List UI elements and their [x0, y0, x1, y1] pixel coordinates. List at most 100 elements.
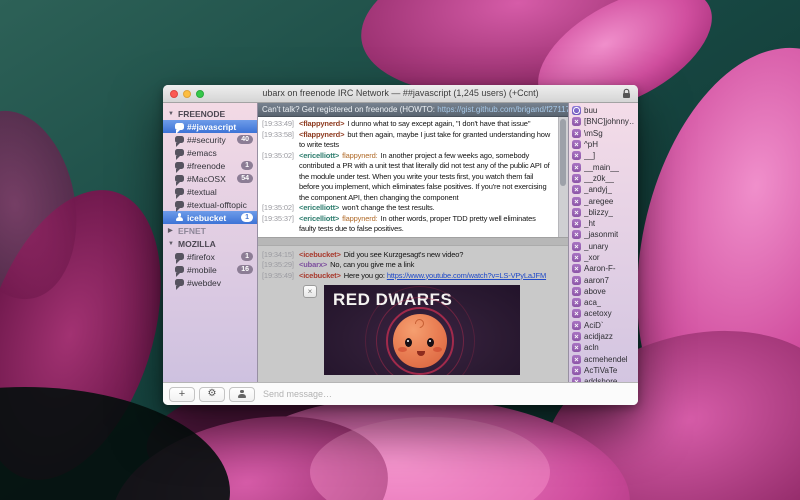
timestamp: [19:33:49] [262, 119, 299, 130]
sidebar-item[interactable]: ▼ MOZILLA [163, 237, 257, 250]
user-list-item[interactable]: \mSg [569, 128, 638, 139]
user-list-item[interactable]: aaron7 [569, 274, 638, 285]
close-window-button[interactable] [170, 90, 178, 98]
sidebar-item[interactable]: ▼ FREENODE [163, 107, 257, 120]
user-mode-icon [572, 208, 581, 217]
inline-media-preview: × RED DWARFS [303, 285, 568, 375]
user-list-item[interactable]: above [569, 286, 638, 297]
user-list-item[interactable]: _jasonmit [569, 229, 638, 240]
unread-badge: 16 [237, 265, 253, 274]
user-list-item[interactable]: _aregee [569, 195, 638, 206]
message-text: won't change the test results. [342, 203, 434, 212]
disclosure-triangle-icon[interactable]: ▶ [168, 227, 175, 234]
mention: flappynerd: [342, 214, 377, 223]
user-list-item[interactable]: acmehendel [569, 354, 638, 365]
minimize-window-button[interactable] [183, 90, 191, 98]
user-mode-icon [572, 129, 581, 138]
swirl-decoration [413, 317, 426, 330]
sidebar-item[interactable]: ▶ EFNET [163, 224, 257, 237]
channel-icon [175, 188, 184, 196]
user-list-item[interactable]: ^pH [569, 139, 638, 150]
user-list-item[interactable]: _ht [569, 218, 638, 229]
scrollbar[interactable] [558, 117, 568, 237]
message-text: Did you see Kurzgesagt's new video? [344, 250, 464, 259]
scrollbar-thumb[interactable] [560, 119, 566, 186]
topic-text: Can't talk? Get registered on freenode (… [262, 105, 435, 114]
person-icon [175, 213, 184, 222]
chat-message: [19:34:15] <icebucket>Did you see Kurzge… [258, 250, 568, 261]
timestamp: [19:35:49] [262, 271, 299, 282]
sidebar-item-label: #textual [187, 187, 253, 197]
user-list-item[interactable]: _xor [569, 252, 638, 263]
sidebar-item-label: #mobile [187, 265, 234, 275]
plus-icon: + [179, 389, 185, 400]
message-text: Here you go: [344, 271, 385, 280]
user-list-item[interactable]: __] [569, 150, 638, 161]
sidebar-item[interactable]: #emacs [163, 146, 257, 159]
sidebar-item[interactable]: #webdev [163, 276, 257, 289]
user-nickname: _andyj_ [584, 185, 612, 194]
sidebar-item[interactable]: ##javascript [163, 120, 257, 133]
disclosure-triangle-icon[interactable]: ▼ [168, 111, 175, 117]
message-body: <ericelliott>flappynerd:In other words, … [299, 214, 555, 235]
unread-badge: 1 [241, 252, 253, 261]
window-titlebar[interactable]: ubarx on freenode IRC Network — ##javasc… [163, 85, 638, 103]
nick: <ericelliott> [299, 151, 339, 160]
user-mode-icon [572, 197, 581, 206]
message-link[interactable]: https://www.youtube.com/watch?v=LS-VPyLa… [387, 271, 546, 280]
settings-button[interactable]: ⚙ [199, 387, 225, 402]
video-thumbnail[interactable]: RED DWARFS [324, 285, 520, 375]
user-list-item[interactable]: AciD` [569, 320, 638, 331]
nick: <flappynerd> [299, 130, 344, 139]
user-nickname: \mSg [584, 129, 603, 138]
userlist-toggle-button[interactable] [229, 387, 255, 402]
user-list-item[interactable]: __z0k__ [569, 173, 638, 184]
user-list-item[interactable]: _blizzy_ [569, 207, 638, 218]
user-list-item[interactable]: _andyj_ [569, 184, 638, 195]
nick: <ericelliott> [299, 203, 339, 212]
message-input[interactable] [261, 388, 632, 400]
sidebar: ▼ FREENODE ##javascript [163, 103, 258, 382]
user-list-item[interactable]: acln [569, 342, 638, 353]
sidebar-item[interactable]: #firefox 1 [163, 250, 257, 263]
message-list: [19:34:15] <icebucket>Did you see Kurzge… [258, 250, 568, 282]
sidebar-item[interactable]: #mobile 16 [163, 263, 257, 276]
user-list-item[interactable]: [BNC]johnny… [569, 116, 638, 127]
user-list-item[interactable]: aca_ [569, 297, 638, 308]
user-list-item[interactable]: _unary [569, 241, 638, 252]
user-mode-icon [572, 343, 581, 352]
topic-bar[interactable]: Can't talk? Get registered on freenode (… [258, 103, 568, 117]
user-list-item[interactable]: Aaron-F- [569, 263, 638, 274]
message-body: <icebucket>Here you go: https://www.yout… [299, 271, 566, 282]
sidebar-item[interactable]: icebucket 1 [163, 211, 257, 224]
nick: <ubarx> [299, 260, 327, 269]
person-icon [238, 390, 247, 399]
user-mode-icon [572, 321, 581, 330]
sidebar-item[interactable]: #textual [163, 185, 257, 198]
user-list-item[interactable]: acidjazz [569, 331, 638, 342]
user-nickname: _unary [584, 242, 608, 251]
user-list-item[interactable]: acetoxy [569, 308, 638, 319]
sidebar-list: ▼ FREENODE ##javascript [163, 107, 257, 289]
sidebar-item[interactable]: #textual-offtopic [163, 198, 257, 211]
zoom-window-button[interactable] [196, 90, 204, 98]
user-mode-icon [572, 185, 581, 194]
add-button[interactable]: + [169, 387, 195, 402]
nick: <ericelliott> [299, 214, 339, 223]
sidebar-item[interactable]: #MacOSX 54 [163, 172, 257, 185]
close-preview-button[interactable]: × [303, 285, 317, 298]
channel-icon [175, 123, 184, 131]
user-list-item[interactable]: buu [569, 105, 638, 116]
nick: <icebucket> [299, 250, 341, 259]
message-body: <flappynerd>but then again, maybe I just… [299, 130, 555, 151]
unread-badge: 1 [241, 161, 253, 170]
disclosure-triangle-icon[interactable]: ▼ [168, 241, 175, 247]
unread-badge: 54 [237, 174, 253, 183]
sidebar-item[interactable]: #freenode 1 [163, 159, 257, 172]
chat-pane-javascript: [19:33:49] <flappynerd>I dunno what to s… [258, 117, 568, 237]
user-list-item[interactable]: __main__ [569, 161, 638, 172]
topic-link[interactable]: https://gist.github.com/brigand/f27117… [437, 105, 568, 114]
user-list-item[interactable]: AcTiVaTe [569, 365, 638, 376]
user-nickname: _xor [584, 253, 600, 262]
sidebar-item[interactable]: ##security 40 [163, 133, 257, 146]
